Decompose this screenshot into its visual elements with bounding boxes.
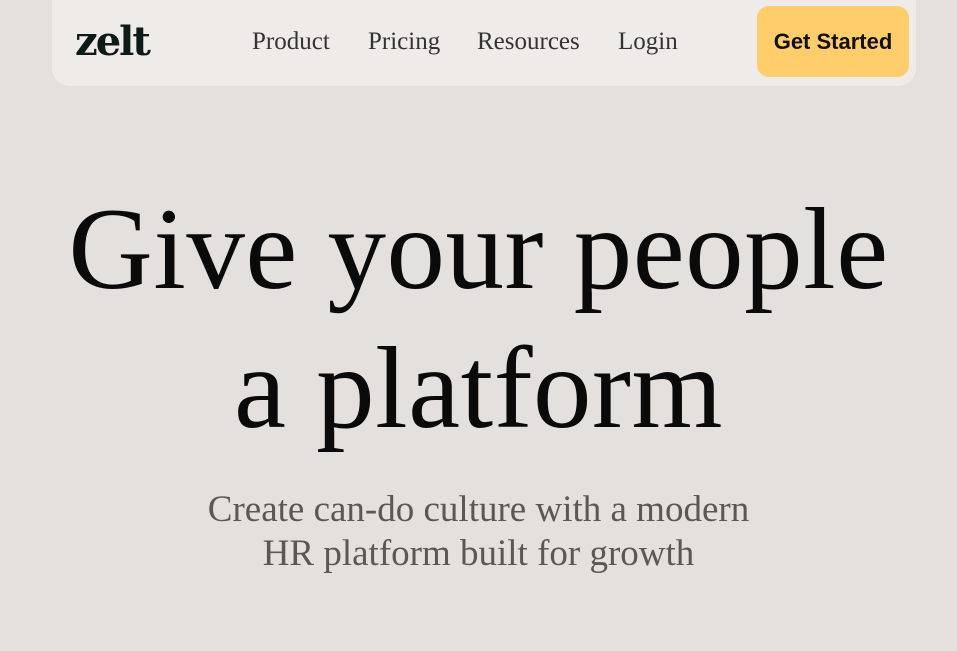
hero-title-line-2: a platform: [233, 324, 724, 453]
hero-subtitle-line-2: HR platform built for growth: [262, 533, 695, 574]
hero-title-line-1: Give your people: [68, 185, 889, 314]
top-navbar: zelt Product Pricing Resources Login Get…: [52, 0, 916, 86]
nav-link-product[interactable]: Product: [252, 28, 330, 56]
hero-title: Give your people a platform: [0, 180, 957, 458]
nav-link-resources[interactable]: Resources: [477, 28, 580, 56]
nav-link-login[interactable]: Login: [618, 28, 678, 56]
get-started-button[interactable]: Get Started: [757, 6, 909, 77]
hero-subtitle-line-1: Create can-do culture with a modern: [207, 489, 750, 530]
zelt-logo[interactable]: zelt: [75, 14, 151, 70]
hero-subtitle: Create can-do culture with a modern HR p…: [0, 488, 957, 576]
nav-link-pricing[interactable]: Pricing: [368, 28, 440, 56]
